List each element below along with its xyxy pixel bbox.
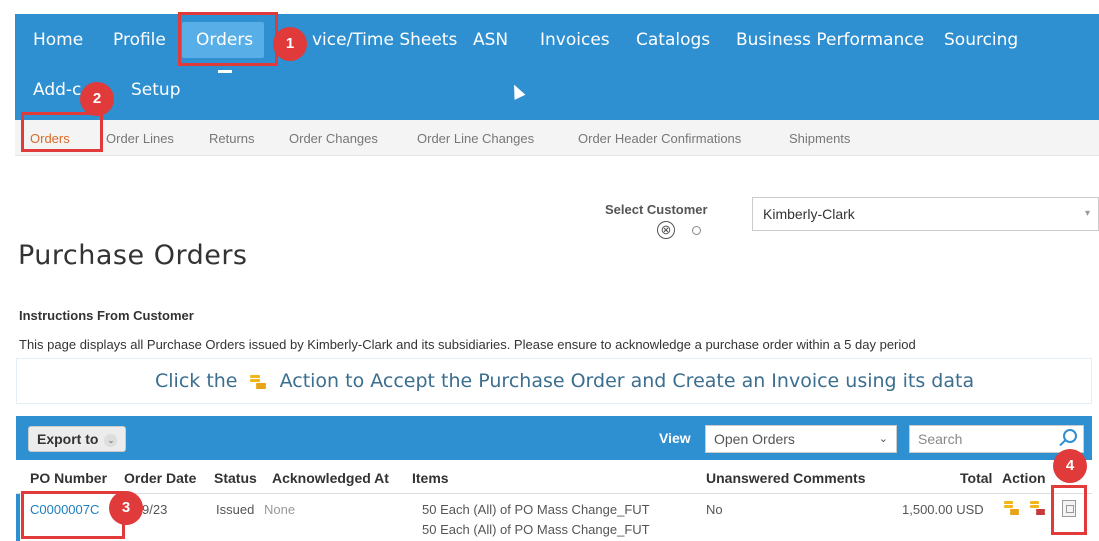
banner-text-before: Click the [155, 370, 238, 392]
nav-asn[interactable]: ASN [473, 30, 508, 50]
total-value: 1,500.00 USD [902, 502, 984, 517]
subtab-order-lines[interactable]: Order Lines [106, 131, 174, 146]
callout-badge: 4 [1053, 449, 1087, 483]
export-label: Export to [37, 431, 99, 447]
search-input[interactable]: Search [909, 425, 1084, 453]
view-label: View [659, 430, 691, 446]
view-select-value: Open Orders [714, 431, 795, 447]
subtab-order-changes[interactable]: Order Changes [289, 131, 378, 146]
col-items[interactable]: Items [412, 470, 449, 486]
customer-select-value: Kimberly-Clark [763, 206, 855, 222]
export-button[interactable]: Export to ⌄ [28, 426, 126, 452]
view-select[interactable]: Open Orders ⌄ [705, 425, 897, 453]
customer-clear-icon[interactable]: ⊗ [657, 221, 675, 239]
callout-badge: 3 [109, 491, 143, 525]
instructions-heading: Instructions From Customer [19, 308, 194, 323]
coins-icon [248, 374, 270, 389]
col-total[interactable]: Total [960, 470, 992, 486]
accept-create-invoice-icon[interactable] [1004, 500, 1020, 516]
col-status[interactable]: Status [214, 470, 257, 486]
row-divider [16, 493, 1092, 494]
banner-text-after: Action to Accept the Purchase Order and … [279, 370, 975, 392]
item-line: 50 Each (All) of PO Mass Change_FUT [422, 522, 650, 537]
callout-highlight-action-icon [1051, 485, 1087, 535]
subtab-order-line-changes[interactable]: Order Line Changes [417, 131, 534, 146]
callout-highlight-orders-subtab [21, 112, 103, 152]
row-selected-indicator [16, 494, 20, 541]
chevron-down-icon: ⌄ [878, 433, 888, 445]
nav-setup[interactable]: Setup [131, 80, 180, 100]
select-customer-label: Select Customer [605, 202, 708, 217]
customer-radio[interactable] [692, 226, 701, 235]
item-line: 50 Each (All) of PO Mass Change_FUT [422, 502, 650, 517]
callout-badge: 1 [273, 27, 307, 61]
page-title: Purchase Orders [18, 240, 248, 271]
col-action: Action [1002, 470, 1046, 486]
sub-navigation [15, 120, 1099, 156]
nav-home[interactable]: Home [33, 30, 83, 50]
status-value: Issued [216, 502, 255, 517]
nav-active-underline [218, 70, 232, 73]
callout-badge: 2 [80, 82, 114, 116]
chevron-down-icon: ▾ [1084, 208, 1090, 219]
col-acknowledged-at[interactable]: Acknowledged At [272, 470, 389, 486]
invoice-action-icon[interactable] [1030, 500, 1046, 516]
subtab-returns[interactable]: Returns [209, 131, 255, 146]
comments-value: No [706, 502, 723, 517]
col-po-number[interactable]: PO Number [30, 470, 107, 486]
search-placeholder: Search [918, 431, 963, 447]
banner-text: Click the Action to Accept the Purchase … [155, 370, 974, 392]
search-icon[interactable] [1063, 429, 1077, 443]
nav-sourcing[interactable]: Sourcing [944, 30, 1018, 50]
col-unanswered-comments[interactable]: Unanswered Comments [706, 470, 865, 486]
nav-add-ons[interactable]: Add-c [33, 80, 81, 100]
chevron-down-icon: ⌄ [104, 433, 118, 447]
nav-service-time-sheets[interactable]: vice/Time Sheets [312, 30, 457, 50]
subtab-order-header-confirmations[interactable]: Order Header Confirmations [578, 131, 741, 146]
callout-highlight-orders-tab [178, 12, 278, 66]
nav-profile[interactable]: Profile [113, 30, 166, 50]
instructions-text: This page displays all Purchase Orders i… [19, 337, 916, 352]
acknowledged-value: None [264, 502, 296, 517]
customer-select[interactable]: Kimberly-Clark ▾ [752, 197, 1099, 231]
order-date: 9/23 [142, 502, 168, 517]
subtab-shipments[interactable]: Shipments [789, 131, 850, 146]
col-order-date[interactable]: Order Date [124, 470, 196, 486]
nav-catalogs[interactable]: Catalogs [636, 30, 710, 50]
callout-highlight-po-number [21, 491, 125, 539]
nav-invoices[interactable]: Invoices [540, 30, 610, 50]
nav-business-performance[interactable]: Business Performance [736, 30, 924, 50]
